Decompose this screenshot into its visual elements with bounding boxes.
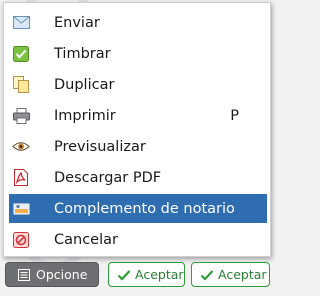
list-icon bbox=[18, 268, 30, 281]
eye-icon bbox=[12, 138, 30, 156]
options-dropdown-menu: Enviar Timbrar Duplicar Imprimir P Previ… bbox=[3, 2, 271, 257]
check-icon bbox=[200, 269, 214, 281]
menu-item-previsualizar[interactable]: Previsualizar bbox=[9, 132, 267, 161]
menu-item-label: Timbrar bbox=[54, 45, 111, 62]
menu-item-enviar[interactable]: Enviar bbox=[9, 8, 267, 37]
menu-item-complemento-notario[interactable]: Complemento de notario bbox=[9, 194, 267, 223]
checkbox-icon bbox=[12, 45, 30, 63]
options-button[interactable]: Opcione bbox=[5, 262, 99, 287]
duplicate-icon bbox=[12, 76, 30, 94]
shortcut-label: P bbox=[230, 107, 239, 124]
accept-button-2[interactable]: Aceptar bbox=[191, 262, 270, 287]
printer-icon bbox=[12, 107, 30, 125]
accept-button-1[interactable]: Aceptar bbox=[108, 262, 185, 287]
options-button-label: Opcione bbox=[36, 267, 88, 282]
menu-item-duplicar[interactable]: Duplicar bbox=[9, 70, 267, 99]
menu-item-label: Cancelar bbox=[54, 231, 118, 248]
menu-item-label: Imprimir bbox=[54, 107, 116, 124]
menu-item-label: Enviar bbox=[54, 14, 100, 31]
screen: Enviar Timbrar Duplicar Imprimir P Previ… bbox=[0, 0, 273, 296]
cancel-icon bbox=[12, 231, 30, 249]
menu-item-cancelar[interactable]: Cancelar bbox=[9, 225, 267, 254]
menu-item-timbrar[interactable]: Timbrar bbox=[9, 39, 267, 68]
accept-button-label: Aceptar bbox=[135, 267, 184, 282]
id-card-icon bbox=[12, 200, 30, 218]
menu-item-imprimir[interactable]: Imprimir P bbox=[9, 101, 267, 130]
envelope-icon bbox=[12, 14, 30, 32]
menu-item-label: Previsualizar bbox=[54, 138, 146, 155]
accept-button-label: Aceptar bbox=[218, 267, 267, 282]
menu-item-label: Complemento de notario bbox=[54, 200, 235, 217]
menu-item-descargar-pdf[interactable]: Descargar PDF bbox=[9, 163, 267, 192]
pdf-icon bbox=[12, 169, 30, 187]
menu-item-label: Descargar PDF bbox=[54, 169, 162, 186]
menu-item-label: Duplicar bbox=[54, 76, 115, 93]
check-icon bbox=[117, 269, 131, 281]
